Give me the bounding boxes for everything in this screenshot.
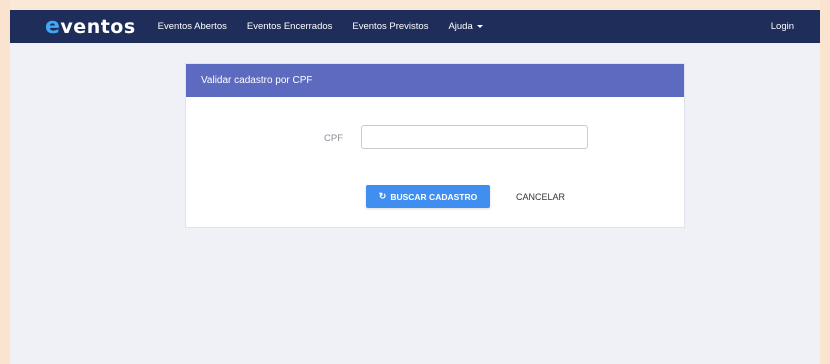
form-actions: ↻ BUSCAR CADASTRO CANCELAR xyxy=(186,185,684,209)
brand-logo[interactable]: e ventos xyxy=(45,14,136,39)
nav-links: Eventos Abertos Eventos Encerrados Event… xyxy=(158,21,503,32)
panel-header: Validar cadastro por CPF xyxy=(186,64,684,97)
nav-link-eventos-abertos[interactable]: Eventos Abertos xyxy=(158,21,227,32)
top-frame-decoration xyxy=(0,0,830,10)
nav-link-eventos-encerrados[interactable]: Eventos Encerrados xyxy=(247,21,333,32)
right-edge-decoration xyxy=(820,0,830,364)
cancel-button[interactable]: CANCELAR xyxy=(504,185,577,208)
nav-dropdown-ajuda-label: Ajuda xyxy=(448,21,473,32)
cpf-input[interactable] xyxy=(361,125,588,149)
nav-dropdown-ajuda[interactable]: Ajuda xyxy=(448,21,483,32)
search-cadastro-button-label: BUSCAR CADASTRO xyxy=(390,191,478,202)
left-edge-decoration xyxy=(0,0,10,364)
panel-title: Validar cadastro por CPF xyxy=(201,75,313,86)
cpf-label: CPF xyxy=(324,133,343,144)
nav-link-eventos-previstos[interactable]: Eventos Previstos xyxy=(352,21,428,32)
login-link[interactable]: Login xyxy=(771,21,794,32)
validate-cpf-panel: Validar cadastro por CPF CPF ↻ BUSCAR CA… xyxy=(185,63,685,228)
chevron-down-icon xyxy=(476,24,483,28)
cpf-form-row: CPF xyxy=(186,125,684,151)
refresh-icon: ↻ xyxy=(378,191,387,201)
search-cadastro-button[interactable]: ↻ BUSCAR CADASTRO xyxy=(366,185,490,208)
brand-logo-e: e xyxy=(45,14,61,39)
top-navbar: e ventos Eventos Abertos Eventos Encerrad… xyxy=(10,10,820,43)
brand-logo-text: ventos xyxy=(60,16,136,38)
